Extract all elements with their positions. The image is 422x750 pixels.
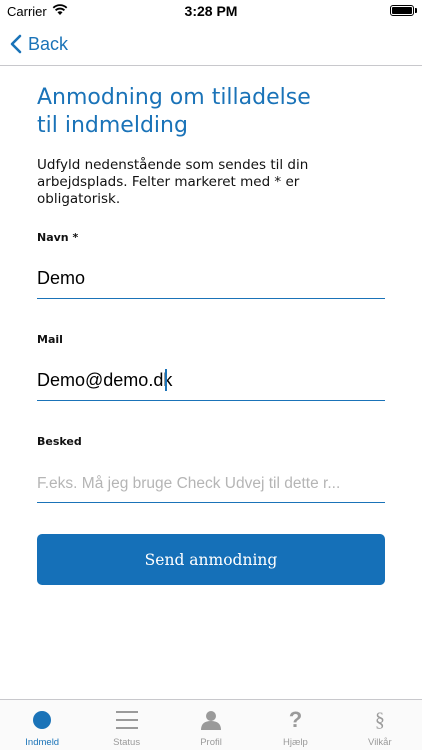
chevron-left-icon	[10, 34, 22, 54]
person-icon	[201, 709, 222, 731]
circle-icon	[32, 709, 52, 731]
tab-profil[interactable]: Profil	[169, 700, 253, 750]
send-request-button[interactable]: Send anmodning	[37, 534, 385, 585]
tab-hjaelp[interactable]: ? Hjælp	[253, 700, 337, 750]
back-button[interactable]: Back	[10, 30, 68, 58]
text-cursor	[165, 369, 167, 391]
section-icon: §	[374, 709, 385, 731]
message-label: Besked	[37, 435, 82, 448]
intro-line-1: Udfyld nedenstående som sendes til din	[37, 157, 309, 173]
navigation-bar: Back	[0, 22, 422, 66]
battery-icon	[390, 5, 414, 16]
email-field[interactable]	[37, 361, 385, 401]
page-title: Anmodning om tilladelse til indmelding	[37, 84, 377, 140]
back-label: Back	[28, 33, 69, 54]
tab-label: Indmeld	[25, 737, 60, 748]
clock: 3:28 PM	[184, 3, 238, 19]
tab-vilkaar[interactable]: § Vilkår	[338, 700, 422, 750]
intro-line-3: obligatorisk.	[37, 191, 121, 207]
tab-label: Hjælp	[283, 737, 308, 748]
mail-label: Mail	[37, 333, 63, 346]
intro-text: Udfyld nedenstående som sendes til din a…	[37, 157, 387, 208]
battery-tip	[415, 8, 417, 13]
question-icon: ?	[288, 707, 303, 732]
tab-indmeld[interactable]: Indmeld	[0, 700, 84, 750]
page-title-line-2: til indmelding	[37, 113, 188, 138]
name-label: Navn *	[37, 231, 79, 244]
name-field[interactable]	[37, 259, 385, 299]
tab-label: Vilkår	[368, 737, 392, 748]
message-field[interactable]	[37, 463, 385, 503]
tab-label: Profil	[200, 737, 222, 748]
page-title-line-1: Anmodning om tilladelse	[37, 85, 311, 110]
intro-line-2: arbejdsplads. Felter markeret med * er	[37, 174, 300, 190]
tab-label: Status	[113, 737, 141, 748]
list-icon	[115, 709, 138, 731]
status-bar: Carrier 3:28 PM	[0, 0, 422, 22]
tab-bar: Indmeld Status Profil ? Hjælp § Vilkår	[0, 699, 422, 750]
tab-status[interactable]: Status	[84, 700, 168, 750]
